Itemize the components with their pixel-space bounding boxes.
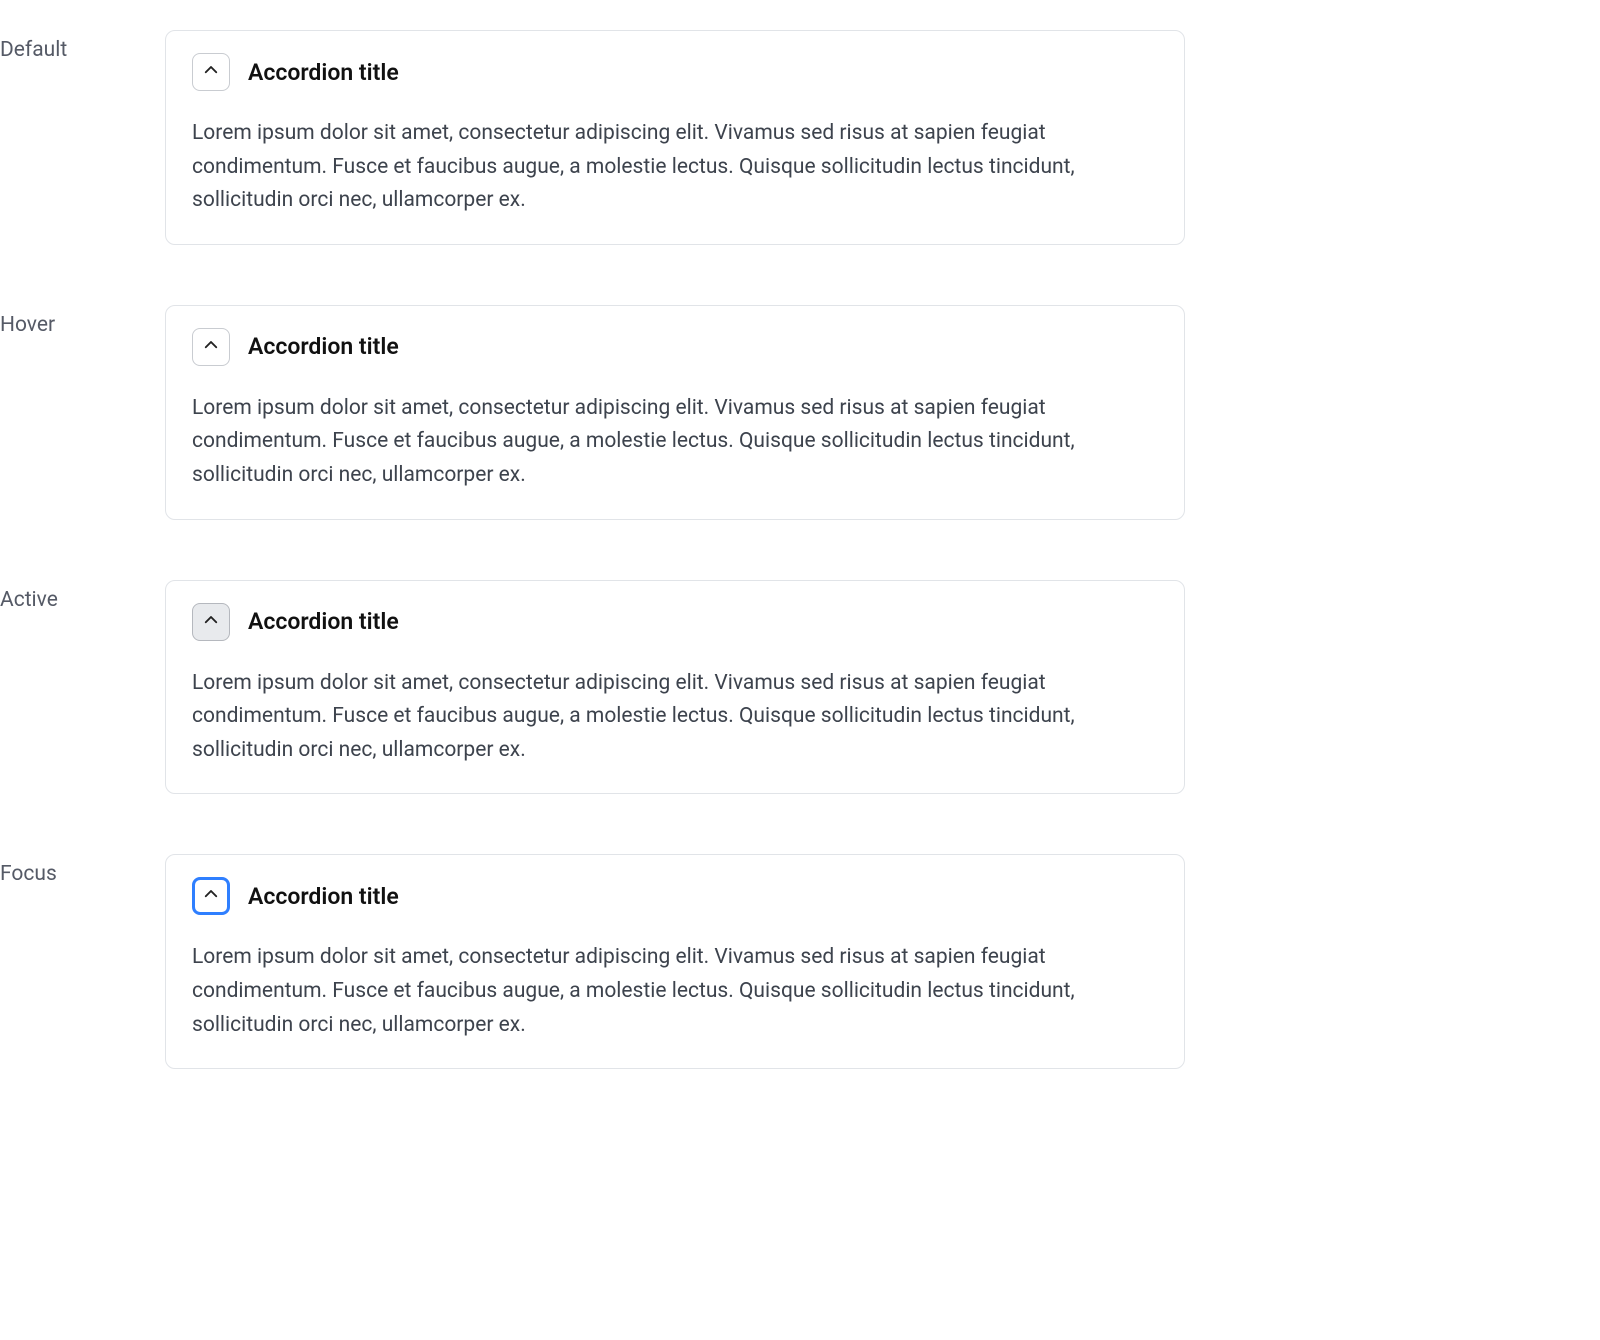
accordion-header[interactable]: Accordion title: [192, 877, 1158, 915]
state-label: Default: [0, 30, 165, 62]
state-row-hover: Hover Accordion title Lorem ipsum dolor …: [0, 305, 1600, 520]
accordion-title: Accordion title: [248, 883, 399, 910]
state-row-focus: Focus Accordion title Lorem ipsum dolor …: [0, 854, 1600, 1069]
state-row-default: Default Accordion title Lorem ipsum dolo…: [0, 30, 1600, 245]
chevron-up-icon: [202, 611, 220, 633]
accordion-header[interactable]: Accordion title: [192, 603, 1158, 641]
accordion-card: Accordion title Lorem ipsum dolor sit am…: [165, 580, 1185, 795]
accordion-card: Accordion title Lorem ipsum dolor sit am…: [165, 854, 1185, 1069]
accordion-toggle-button[interactable]: [192, 877, 230, 915]
accordion-toggle-button[interactable]: [192, 603, 230, 641]
chevron-up-icon: [202, 336, 220, 358]
accordion-header[interactable]: Accordion title: [192, 53, 1158, 91]
accordion-body: Lorem ipsum dolor sit amet, consectetur …: [192, 117, 1158, 218]
accordion-card: Accordion title Lorem ipsum dolor sit am…: [165, 30, 1185, 245]
accordion-body: Lorem ipsum dolor sit amet, consectetur …: [192, 392, 1158, 493]
accordion-header[interactable]: Accordion title: [192, 328, 1158, 366]
accordion-title: Accordion title: [248, 59, 399, 86]
accordion-body: Lorem ipsum dolor sit amet, consectetur …: [192, 941, 1158, 1042]
accordion-toggle-button[interactable]: [192, 328, 230, 366]
accordion-title: Accordion title: [248, 608, 399, 635]
accordion-title: Accordion title: [248, 333, 399, 360]
chevron-up-icon: [202, 885, 220, 907]
state-label: Focus: [0, 854, 165, 886]
state-row-active: Active Accordion title Lorem ipsum dolor…: [0, 580, 1600, 795]
accordion-body: Lorem ipsum dolor sit amet, consectetur …: [192, 667, 1158, 768]
chevron-up-icon: [202, 61, 220, 83]
accordion-card: Accordion title Lorem ipsum dolor sit am…: [165, 305, 1185, 520]
state-label: Hover: [0, 305, 165, 337]
state-label: Active: [0, 580, 165, 612]
accordion-toggle-button[interactable]: [192, 53, 230, 91]
